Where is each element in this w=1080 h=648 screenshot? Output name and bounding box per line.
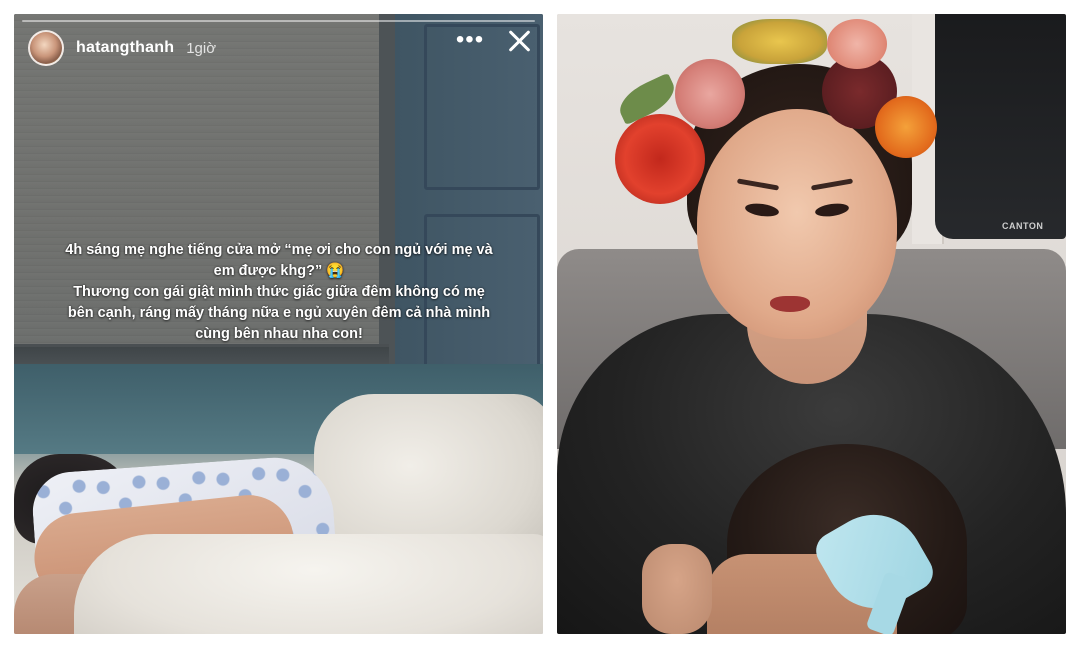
story-screenshot-panel: hatangthanh 1giờ ••• 4h sáng mẹ nghe tiế… bbox=[14, 14, 543, 634]
caption-line: Thương con gái giật mình thức giấc giữa … bbox=[73, 284, 485, 300]
post-time: 1giờ bbox=[186, 39, 217, 57]
flower-crown-yellow-sprigs bbox=[732, 19, 827, 64]
flower-crown-pink-flower bbox=[827, 19, 887, 69]
speaker-brand-logo: CANTON bbox=[1002, 221, 1044, 231]
flower-crown-pink-rose bbox=[675, 59, 745, 129]
white-blanket bbox=[74, 534, 543, 634]
caption-line: em được khg?” 😭 bbox=[213, 263, 345, 279]
story-header: hatangthanh 1giờ bbox=[28, 28, 528, 68]
selfie-photo-panel: CANTON bbox=[557, 14, 1066, 634]
flower-crown-orange-flower bbox=[875, 96, 937, 158]
caption-line: bên cạnh, ráng mấy tháng nữa e ngủ xuyên… bbox=[67, 305, 491, 321]
more-horizontal-icon: ••• bbox=[455, 26, 485, 53]
lips bbox=[770, 296, 810, 312]
speaker bbox=[935, 14, 1066, 239]
flower-crown-red-rose bbox=[615, 114, 705, 204]
caption-line: cùng bên nhau nha con! bbox=[195, 326, 363, 342]
story-caption: 4h sáng mẹ nghe tiếng cửa mở “mẹ ơi cho … bbox=[44, 240, 514, 345]
more-options-button[interactable]: ••• bbox=[455, 28, 485, 56]
caption-line: 4h sáng mẹ nghe tiếng cửa mở “mẹ ơi cho … bbox=[65, 242, 493, 258]
close-icon[interactable] bbox=[504, 26, 534, 56]
username[interactable]: hatangthanh bbox=[76, 39, 174, 57]
child-fist bbox=[642, 544, 712, 634]
story-progress-bar bbox=[22, 20, 535, 22]
avatar[interactable] bbox=[28, 30, 64, 66]
